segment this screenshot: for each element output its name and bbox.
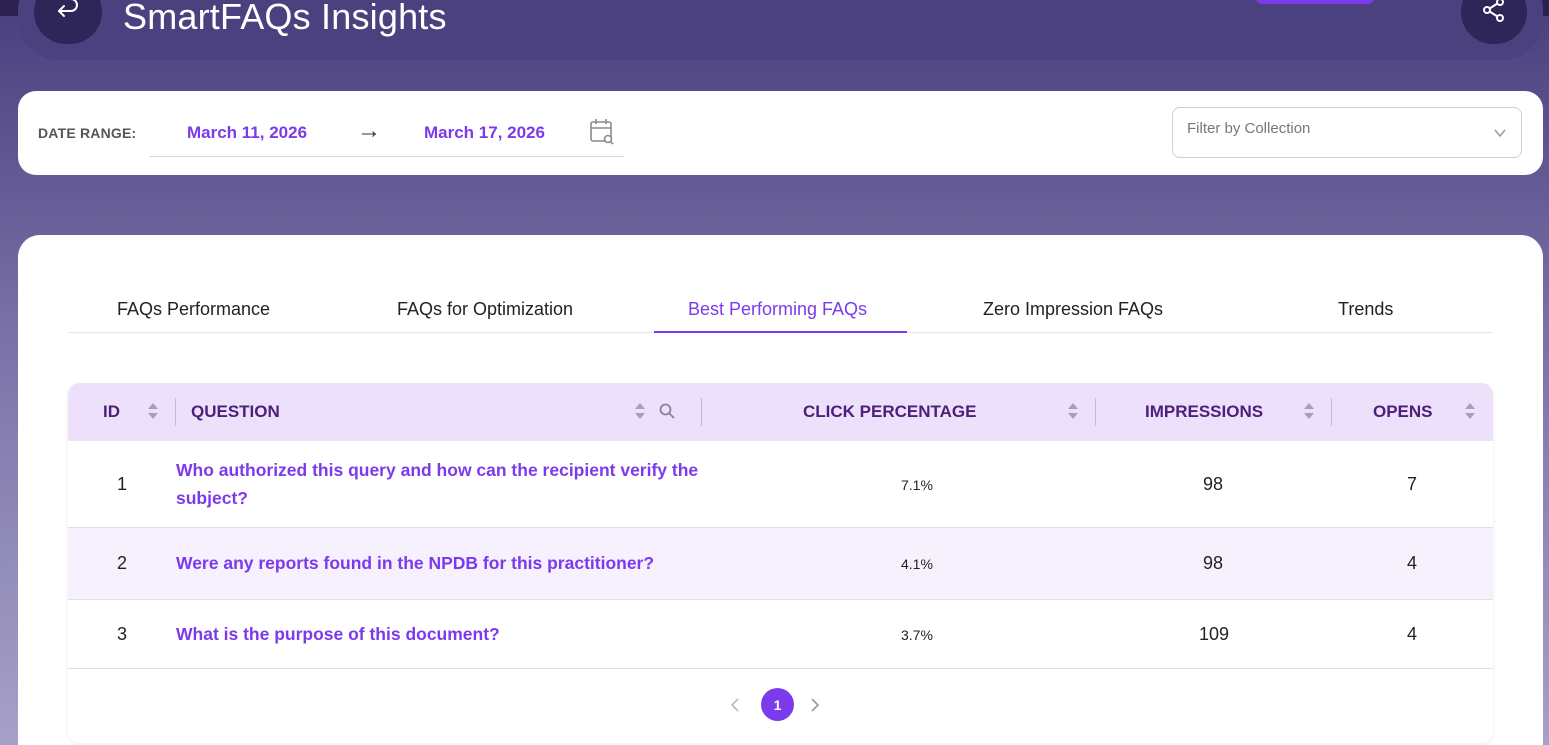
impressions: 98	[1203, 474, 1224, 494]
table-header: ID QUESTION CLICK PERCENTAGE IMPRESSIONS	[68, 383, 1493, 441]
date-range-label: DATE RANGE:	[38, 125, 137, 141]
collection-filter-select[interactable]: Filter by Collection	[1172, 107, 1522, 158]
main-card: FAQs Performance FAQs for Optimization B…	[18, 235, 1543, 745]
row-id: 1	[117, 474, 128, 494]
collection-filter-placeholder: Filter by Collection	[1187, 120, 1311, 137]
opens: 4	[1407, 553, 1418, 573]
start-date[interactable]: March 11, 2026	[187, 123, 307, 143]
tab-bar: FAQs Performance FAQs for Optimization B…	[68, 290, 1493, 333]
column-divider	[1331, 398, 1332, 426]
chevron-down-icon	[1493, 126, 1507, 145]
column-header-opens[interactable]: OPENS	[1373, 402, 1433, 422]
column-header-question[interactable]: QUESTION	[191, 402, 280, 422]
sort-icon[interactable]	[1464, 402, 1476, 425]
sort-icon[interactable]	[1067, 402, 1079, 425]
click-percentage: 4.1%	[901, 556, 933, 572]
end-date[interactable]: March 17, 2026	[424, 123, 545, 143]
pagination: 1	[68, 683, 1493, 727]
opens: 7	[1407, 474, 1418, 494]
row-id: 2	[117, 553, 128, 573]
column-divider	[701, 398, 702, 426]
page-button[interactable]: 1	[761, 688, 794, 721]
calendar-search-icon[interactable]	[589, 118, 615, 151]
page-title: SmartFAQs Insights	[123, 0, 447, 37]
sort-icon[interactable]	[634, 402, 646, 425]
tab-trends[interactable]: Trends	[1338, 299, 1393, 320]
active-tab-indicator	[654, 331, 907, 333]
tab-best-performing-faqs[interactable]: Best Performing FAQs	[688, 299, 867, 320]
table-row: 3 What is the purpose of this document? …	[68, 600, 1493, 669]
column-header-id[interactable]: ID	[103, 402, 120, 422]
chevron-left-icon[interactable]	[730, 697, 740, 718]
impressions: 98	[1203, 553, 1224, 573]
column-header-click-percentage[interactable]: CLICK PERCENTAGE	[803, 402, 976, 422]
question-link[interactable]: Were any reports found in the NPDB for t…	[176, 549, 654, 577]
question-link[interactable]: Who authorized this query and how can th…	[176, 456, 736, 512]
sort-icon[interactable]	[1303, 402, 1315, 425]
search-icon[interactable]	[659, 403, 675, 424]
tab-faqs-performance[interactable]: FAQs Performance	[117, 299, 270, 320]
faq-table: ID QUESTION CLICK PERCENTAGE IMPRESSIONS	[68, 383, 1493, 743]
sort-icon[interactable]	[147, 402, 159, 425]
column-divider	[175, 398, 176, 426]
row-id: 3	[117, 624, 128, 644]
tab-zero-impression-faqs[interactable]: Zero Impression FAQs	[983, 299, 1163, 320]
question-link[interactable]: What is the purpose of this document?	[176, 620, 500, 648]
table-row: 1 Who authorized this query and how can …	[68, 441, 1493, 528]
column-divider	[1095, 398, 1096, 426]
click-percentage: 7.1%	[901, 477, 933, 493]
table-row: 2 Were any reports found in the NPDB for…	[68, 528, 1493, 600]
share-icon	[1481, 0, 1507, 28]
back-arrow-icon	[55, 0, 81, 28]
click-percentage: 3.7%	[901, 627, 933, 643]
date-range-picker[interactable]: March 11, 2026 → March 17, 2026	[149, 109, 624, 157]
header-action-button[interactable]	[1255, 0, 1375, 4]
arrow-right-icon: →	[357, 117, 381, 144]
chevron-right-icon[interactable]	[810, 697, 820, 718]
tab-faqs-for-optimization[interactable]: FAQs for Optimization	[397, 299, 573, 320]
impressions: 109	[1199, 624, 1230, 644]
column-header-impressions[interactable]: IMPRESSIONS	[1145, 402, 1263, 422]
opens: 4	[1407, 624, 1418, 644]
filter-bar: DATE RANGE: March 11, 2026 → March 17, 2…	[18, 91, 1543, 175]
